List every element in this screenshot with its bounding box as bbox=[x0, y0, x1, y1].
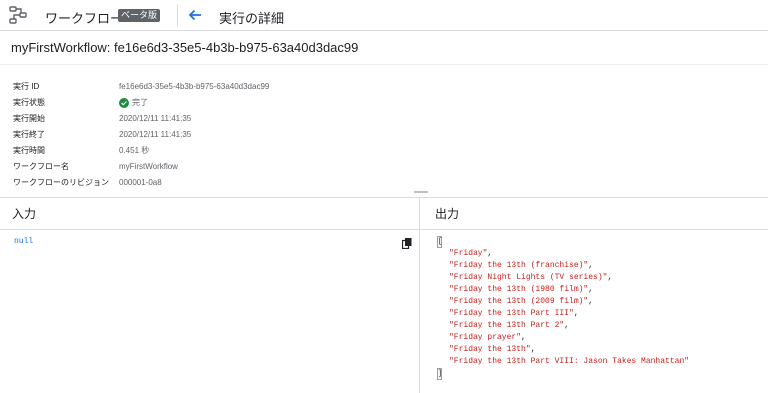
detail-label: 実行終了 bbox=[13, 130, 45, 139]
output-json: [ "Friday", "Friday the 13th (franchise)… bbox=[437, 236, 689, 380]
detail-value: 0.451 秒 bbox=[119, 146, 150, 155]
detail-label: 実行開始 bbox=[13, 114, 45, 123]
json-item: "Friday the 13th (franchise)", bbox=[449, 261, 594, 270]
detail-label: ワークフロー名 bbox=[13, 162, 69, 171]
detail-value: fe16e6d3-35e5-4b3b-b975-63a40d3dac99 bbox=[119, 82, 270, 91]
check-circle-icon bbox=[119, 98, 129, 108]
panel-divider bbox=[419, 198, 420, 393]
detail-value: 000001-0a8 bbox=[119, 178, 162, 187]
json-item: "Friday the 13th Part 2", bbox=[449, 321, 570, 330]
copy-icon[interactable] bbox=[401, 236, 412, 250]
arrow-back-icon[interactable] bbox=[186, 6, 204, 24]
json-item: "Friday the 13th", bbox=[449, 345, 536, 354]
json-item: "Friday", bbox=[449, 249, 493, 258]
json-item: "Friday the 13th (2009 film)", bbox=[449, 297, 594, 306]
json-item: "Friday the 13th Part VIII: Jason Takes … bbox=[449, 357, 690, 366]
top-bar: ワークフロー ベータ版 実行の詳細 bbox=[0, 0, 768, 31]
execution-heading: myFirstWorkflow: fe16e6d3-35e5-4b3b-b975… bbox=[11, 40, 359, 55]
beta-badge: ベータ版 bbox=[118, 9, 161, 22]
divider bbox=[0, 64, 768, 65]
page-title: 実行の詳細 bbox=[219, 11, 285, 26]
detail-value: myFirstWorkflow bbox=[119, 162, 178, 171]
json-close-bracket[interactable]: ] bbox=[437, 368, 442, 380]
resize-handle[interactable] bbox=[414, 191, 428, 193]
json-open-bracket[interactable]: [ bbox=[437, 236, 442, 248]
detail-label: 実行状態 bbox=[13, 98, 45, 107]
json-item: "Friday prayer", bbox=[449, 333, 526, 342]
detail-value: 2020/12/11 11:41:35 bbox=[119, 130, 192, 139]
output-panel-title: 出力 bbox=[420, 198, 768, 230]
detail-label: ワークフローのリビジョン bbox=[13, 178, 109, 187]
json-item: "Friday the 13th Part III", bbox=[449, 309, 579, 318]
input-panel-title: 入力 bbox=[0, 198, 419, 230]
product-title: ワークフロー bbox=[45, 11, 124, 26]
status-value: 完了 bbox=[119, 95, 148, 111]
workflows-icon[interactable] bbox=[8, 5, 28, 25]
status-text: 完了 bbox=[132, 98, 148, 107]
detail-label: 実行時間 bbox=[13, 146, 45, 155]
input-value: null bbox=[14, 237, 34, 246]
json-item: "Friday Night Lights (TV series)", bbox=[449, 273, 613, 282]
detail-label: 実行 ID bbox=[13, 82, 40, 91]
divider bbox=[177, 4, 178, 27]
detail-value: 2020/12/11 11:41:35 bbox=[119, 114, 192, 123]
json-item: "Friday the 13th (1980 film)", bbox=[449, 285, 594, 294]
